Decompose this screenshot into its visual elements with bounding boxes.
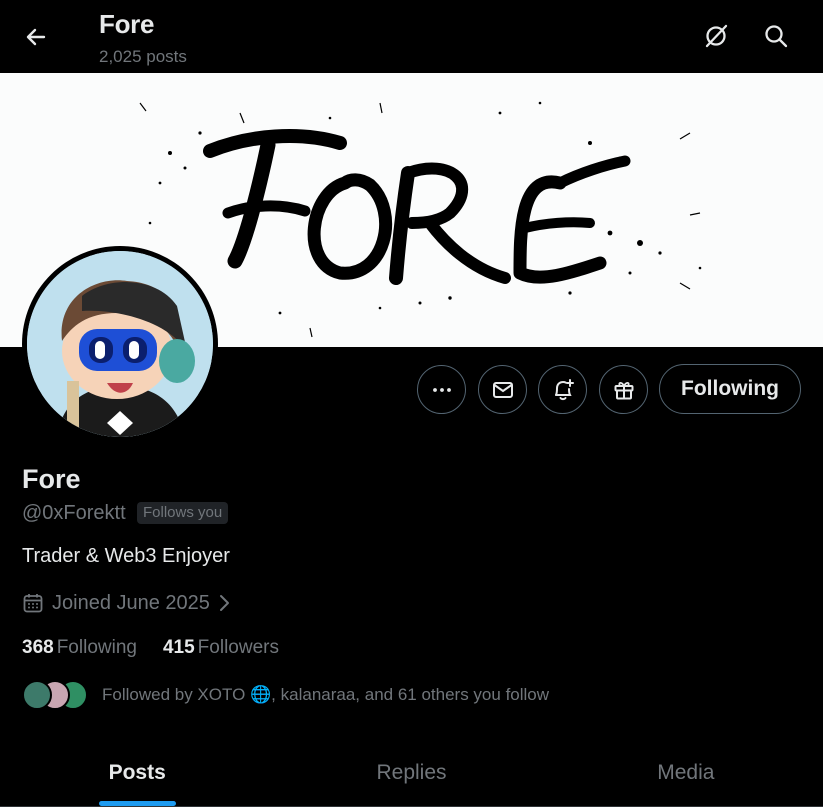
joined-date[interactable]: Joined June 2025 [22,589,232,617]
search-button[interactable] [756,16,796,56]
profile-tabs: Posts Replies Media [0,740,823,807]
following-stat-label: Following [56,637,137,658]
avatar-illustration [27,251,213,437]
grok-button[interactable] [696,16,736,56]
tab-media-label: Media [657,761,715,784]
user-handle: @0xForektt [22,502,126,524]
following-count: 368 [22,637,54,658]
joined-label: Joined June 2025 [52,591,210,614]
tab-replies[interactable]: Replies [274,740,548,806]
calendar-icon [23,594,43,613]
profile-avatar[interactable] [22,246,218,442]
follows-you-badge: Follows you [137,502,229,524]
follow-stats: 368 Following 415 Followers [22,637,279,659]
page-title: Fore [99,9,155,39]
tab-posts[interactable]: Posts [0,740,274,806]
more-icon [432,387,451,392]
tab-media[interactable]: Media [549,740,823,806]
display-name: Fore [22,464,81,494]
avatar-image [27,251,213,437]
profile-bio: Trader & Web3 Enjoyer [22,545,230,567]
tab-replies-label: Replies [376,761,447,784]
search-icon [765,25,788,48]
message-button[interactable] [478,365,527,414]
back-button[interactable] [16,17,56,57]
more-button[interactable] [417,365,466,414]
following-button[interactable]: Following [659,364,801,414]
following-stat[interactable]: 368 Following [22,637,137,659]
followers-stat[interactable]: 415 Followers [163,637,279,659]
chevron-right-icon [219,595,229,611]
bell-plus-icon [554,378,574,400]
grok-icon [705,24,728,48]
followers-count: 415 [162,637,195,658]
followers-stat-label: Followers [197,637,279,658]
tab-posts-label: Posts [108,761,166,784]
gift-button[interactable] [599,365,648,414]
notify-button[interactable] [538,365,587,414]
follower-avatar [22,680,52,710]
top-bar: Fore 2,025 posts [0,0,823,73]
arrow-left-icon [26,28,46,46]
followed-by-row[interactable]: Followed by XOTO 🌐, kalanaraa, and 61 ot… [22,678,549,712]
active-tab-indicator [98,801,176,806]
mail-icon [492,381,513,398]
post-count: 2,025 posts [99,47,187,66]
gift-icon [614,381,633,399]
followed-by-text: Followed by XOTO 🌐, kalanaraa, and 61 ot… [102,685,550,704]
